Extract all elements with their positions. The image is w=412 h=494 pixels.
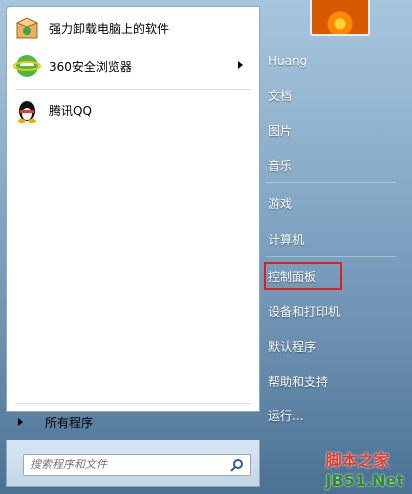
user-avatar[interactable] — [310, 0, 370, 36]
user-name[interactable]: Huang — [268, 50, 398, 72]
menu-devices-printers[interactable]: 设备和打印机 — [268, 300, 398, 322]
menu-computer[interactable]: 计算机 — [268, 228, 398, 250]
submenu-arrow-icon[interactable] — [238, 61, 243, 69]
program-label: 360安全浏览器 — [49, 59, 132, 74]
menu-music[interactable]: 音乐 — [268, 154, 398, 176]
search-input[interactable] — [24, 455, 220, 473]
all-programs-button[interactable]: 所有程序 — [8, 408, 248, 436]
divider — [266, 256, 396, 257]
programs-panel: 强力卸载电脑上的软件 360安全浏览器 腾讯QQ — [6, 6, 260, 412]
search-icon[interactable] — [230, 458, 244, 472]
divider — [15, 403, 251, 404]
360-browser-icon — [13, 52, 41, 80]
program-label: 腾讯QQ — [49, 103, 92, 118]
divider — [266, 182, 396, 183]
menu-games[interactable]: 游戏 — [268, 192, 398, 214]
program-uninstaller[interactable]: 强力卸载电脑上的软件 — [13, 11, 253, 45]
menu-pictures[interactable]: 图片 — [268, 119, 398, 141]
menu-default-programs[interactable]: 默认程序 — [268, 335, 398, 357]
menu-documents[interactable]: 文档 — [268, 84, 398, 106]
qq-penguin-icon — [13, 96, 41, 124]
program-label: 强力卸载电脑上的软件 — [49, 21, 170, 36]
watermark-domain: JB51.Net — [325, 471, 404, 490]
program-qq[interactable]: 腾讯QQ — [13, 93, 253, 127]
divider — [15, 89, 251, 90]
search-box[interactable] — [23, 454, 251, 476]
control-panel-highlight — [264, 262, 342, 290]
menu-help-support[interactable]: 帮助和支持 — [268, 370, 398, 392]
program-360-browser[interactable]: 360安全浏览器 — [13, 49, 253, 83]
uninstaller-box-icon — [13, 14, 41, 42]
search-area — [6, 440, 260, 487]
all-programs-label: 所有程序 — [45, 415, 94, 430]
watermark-logo: 脚本之家 JB51.Net — [326, 447, 404, 490]
menu-run[interactable]: 运行... — [268, 404, 398, 426]
watermark-text: 脚本之家 — [325, 451, 390, 470]
expand-arrow-icon — [18, 418, 23, 426]
